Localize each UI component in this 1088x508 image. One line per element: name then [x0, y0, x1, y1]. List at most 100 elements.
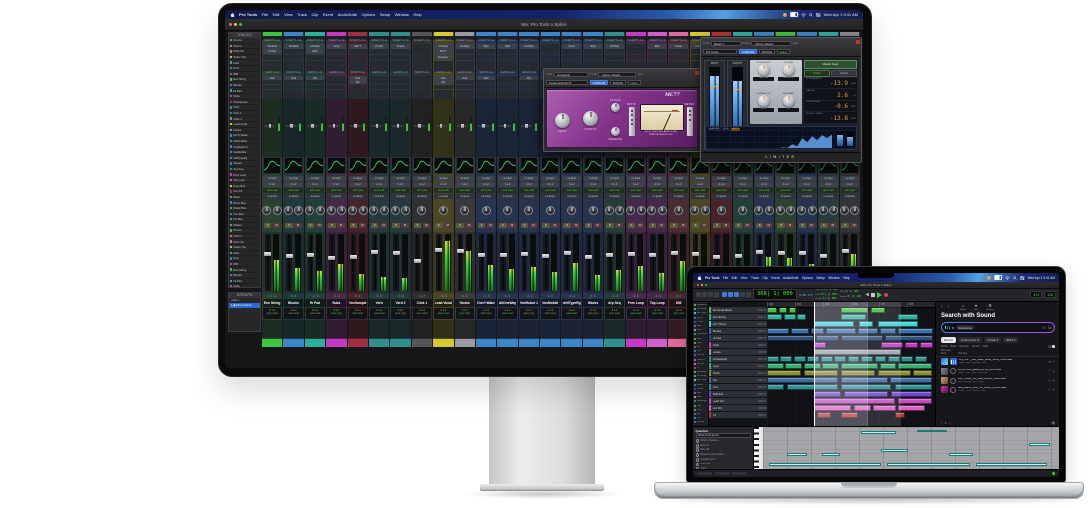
insert-slot[interactable]: [541, 54, 560, 61]
page-prev-icon[interactable]: ‹: [941, 421, 942, 425]
menu-view[interactable]: View: [741, 276, 748, 280]
audio-clip[interactable]: [788, 307, 796, 314]
tempo-display[interactable]: 120: [1044, 290, 1056, 299]
insert-slot[interactable]: [284, 49, 303, 55]
mute-button[interactable]: M: [850, 223, 858, 228]
menu-audiosuite[interactable]: AudioSuite: [338, 12, 357, 17]
output-path-selector[interactable]: A 1-2: [498, 182, 517, 187]
pan-knob[interactable]: [272, 206, 282, 215]
audio-clip[interactable]: [914, 356, 927, 363]
group-assignment[interactable]: no group: [562, 194, 581, 199]
pan-knob[interactable]: [797, 206, 807, 215]
pan-knob[interactable]: [636, 206, 646, 215]
solo-button[interactable]: [761, 316, 764, 319]
volume-fader[interactable]: [328, 234, 336, 291]
mute-button[interactable]: M: [807, 223, 816, 228]
send-slot[interactable]: [369, 84, 389, 90]
close-icon[interactable]: [229, 23, 232, 26]
apple-logo-icon[interactable]: [697, 275, 702, 281]
insert-slot[interactable]: MC77: [348, 43, 367, 49]
filter-chip-vocals[interactable]: Vocals ▾: [984, 336, 1002, 343]
fader-cap[interactable]: [328, 255, 336, 260]
audio-clip[interactable]: [913, 370, 932, 377]
fader-cap[interactable]: [349, 254, 357, 259]
mixer-channel-strip[interactable]: INSERTS A-ECompSENDS A-Eno inputA 1-2aut…: [326, 32, 347, 347]
pan-knob[interactable]: [839, 206, 849, 215]
volume-fader[interactable]: [499, 234, 507, 291]
pan-knob[interactable]: [315, 206, 325, 215]
audio-clip[interactable]: [898, 398, 932, 405]
automation-mode-selector[interactable]: auto read: [562, 188, 581, 193]
mute-button[interactable]: M: [657, 223, 666, 228]
volume-fader[interactable]: [306, 234, 314, 291]
output-path-selector[interactable]: A 1-2: [541, 182, 560, 187]
midi-note[interactable]: [881, 449, 909, 453]
group-assignment[interactable]: no group: [434, 194, 453, 199]
insert-slot[interactable]: [541, 49, 560, 55]
output-path-selector[interactable]: A 1-2: [733, 182, 752, 187]
mute-button[interactable]: M: [700, 223, 709, 228]
insert-slot[interactable]: [412, 60, 432, 66]
mute-button[interactable]: M: [486, 223, 495, 228]
volume-fader[interactable]: [392, 234, 400, 291]
midi-note[interactable]: [768, 463, 882, 466]
search-icon[interactable]: [1013, 275, 1017, 280]
menu-options[interactable]: Options: [802, 276, 813, 280]
bypass-button[interactable]: BYPASS: [609, 79, 627, 86]
mute-button[interactable]: M: [272, 223, 281, 228]
insert-slot[interactable]: Comp: [562, 43, 581, 49]
pan-knob[interactable]: [379, 206, 389, 215]
group-assignment[interactable]: no group: [754, 194, 774, 199]
send-slot[interactable]: [327, 75, 346, 80]
automation-mode-selector[interactable]: auto read: [776, 188, 795, 193]
fader-cap[interactable]: [306, 252, 314, 257]
group-assignment[interactable]: no group: [690, 194, 710, 199]
midi-note[interactable]: [786, 452, 808, 456]
fader-cap[interactable]: [585, 254, 593, 259]
fader-cap[interactable]: [841, 249, 849, 254]
minimize-icon[interactable]: [701, 284, 703, 286]
wifi-icon[interactable]: [801, 12, 806, 17]
send-level-fader[interactable]: [306, 124, 319, 128]
apple-logo-icon[interactable]: [230, 12, 235, 18]
track-header[interactable]: Hi Pad: [709, 334, 767, 342]
like-heart-icon[interactable]: ♡: [1048, 379, 1051, 383]
tag-chip[interactable]: Hip Hop: [959, 345, 968, 348]
group-assignment[interactable]: no group: [583, 194, 603, 199]
track-selector[interactable]: Master 1: [710, 40, 741, 47]
automation-mode-selector[interactable]: auto read: [305, 188, 325, 193]
fader-cap[interactable]: [670, 250, 678, 255]
solo-button[interactable]: S: [328, 223, 336, 228]
output-path-selector[interactable]: A 1-2: [776, 182, 795, 187]
automation-mode-selector[interactable]: auto read: [284, 188, 303, 193]
pan-knob[interactable]: [754, 206, 764, 215]
insert-slot[interactable]: [583, 54, 603, 61]
audio-clip[interactable]: [767, 335, 815, 342]
insert-slot[interactable]: [519, 60, 539, 66]
insert-slot[interactable]: [263, 54, 282, 61]
edit-timeline[interactable]: 345 353 361 369 377 385: [767, 302, 935, 426]
insert-slot[interactable]: ChnStrip: [605, 43, 624, 49]
group-list-item[interactable]: 1 ◆ Drum Items: [229, 303, 260, 308]
input-path-selector[interactable]: no input: [541, 176, 560, 181]
send-slot[interactable]: [455, 89, 474, 94]
insert-slot[interactable]: [626, 49, 646, 55]
send-slot[interactable]: Verb: [476, 75, 496, 80]
menu-audiosuite[interactable]: AudioSuite: [783, 276, 798, 280]
plugin-selector[interactable]: Pro Limiter: [703, 48, 737, 55]
splice-nav-likes[interactable]: ♥ Likes: [974, 304, 979, 310]
mute-button[interactable]: M: [829, 223, 837, 228]
mixer-channel-strip[interactable]: INSERTS A-E ChnStrip MC77 De-Esser SENDS A-E…: [433, 32, 454, 347]
automation-mode-selector[interactable]: auto read: [519, 188, 539, 193]
solo-button[interactable]: S: [499, 223, 507, 228]
insert-slot[interactable]: [263, 60, 282, 66]
mute-button[interactable]: M: [529, 223, 538, 228]
solo-button[interactable]: S: [306, 223, 315, 228]
solo-button[interactable]: [761, 323, 764, 326]
audio-clip[interactable]: [898, 363, 932, 370]
fader-cap[interactable]: [820, 253, 828, 258]
midi-note[interactable]: [887, 463, 971, 466]
track-header[interactable]: Blocks: [709, 327, 767, 335]
send-level-fader[interactable]: [328, 124, 340, 128]
track-header[interactable]: Pluck: [709, 369, 767, 377]
